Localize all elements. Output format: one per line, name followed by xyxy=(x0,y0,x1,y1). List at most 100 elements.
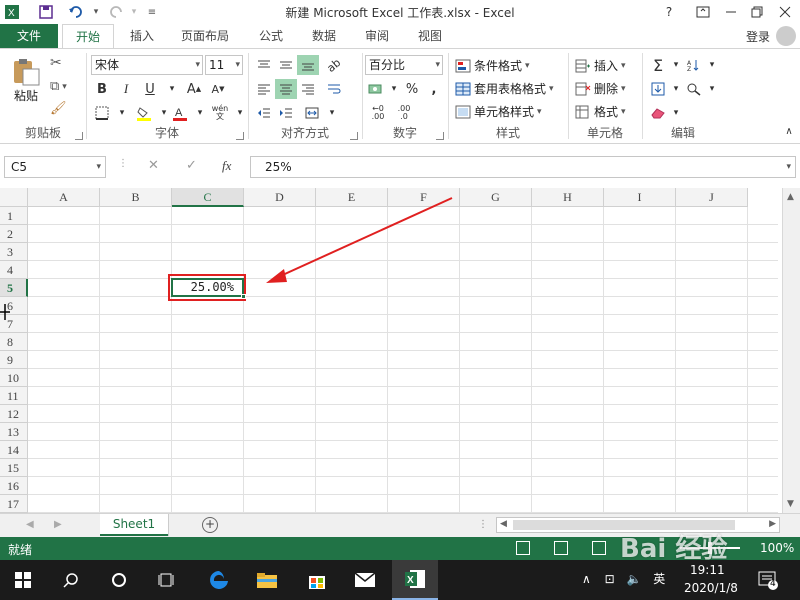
row-header-9[interactable]: 9 xyxy=(0,351,28,369)
clipboard-launcher-icon[interactable] xyxy=(75,132,83,140)
clock-date[interactable]: 2020/1/8 xyxy=(684,581,738,595)
row-header-3[interactable]: 3 xyxy=(0,243,28,261)
worksheet-grid[interactable]: ABCDEFGHIJ 1 2 3 4 5 6 7 8 9 10 11 12 13 14 15 16 17 25.… xyxy=(0,188,800,513)
active-cell[interactable]: 25.00% xyxy=(171,278,244,297)
undo-dropdown-icon[interactable]: ▾ xyxy=(86,2,106,22)
row-header-5[interactable]: 5 xyxy=(0,279,28,297)
tab-review[interactable]: 审阅 xyxy=(357,24,397,48)
close-button[interactable] xyxy=(772,1,798,23)
name-box[interactable]: C5 ▾ xyxy=(4,156,106,178)
number-launcher-icon[interactable] xyxy=(436,132,444,140)
font-launcher-icon[interactable] xyxy=(236,132,244,140)
row-header-4[interactable]: 4 xyxy=(0,261,28,279)
tab-home[interactable]: 开始 xyxy=(62,24,114,49)
store-icon[interactable] xyxy=(294,560,340,600)
align-middle-icon[interactable] xyxy=(275,55,297,75)
column-header-d[interactable]: D xyxy=(244,188,316,207)
tab-formulas[interactable]: 公式 xyxy=(252,24,290,48)
column-header-c[interactable]: C xyxy=(172,188,244,207)
align-top-icon[interactable] xyxy=(253,55,275,75)
cortana-icon[interactable] xyxy=(96,560,142,600)
delete-cells-button[interactable]: 删除 xyxy=(575,80,626,97)
number-format-select[interactable]: 百分比 ▾ xyxy=(365,55,443,75)
percent-button[interactable]: % xyxy=(401,79,423,99)
collapse-ribbon-icon[interactable]: ∧ xyxy=(778,121,800,141)
conditional-formatting-button[interactable]: 条件格式 xyxy=(455,57,530,74)
zoom-level[interactable]: 100% xyxy=(760,541,794,555)
tab-view[interactable]: 视图 xyxy=(410,24,450,48)
save-icon[interactable] xyxy=(36,2,56,22)
minimize-button[interactable] xyxy=(718,1,744,23)
fill-handle[interactable] xyxy=(241,294,246,299)
alignment-launcher-icon[interactable] xyxy=(350,132,358,140)
tab-insert[interactable]: 插入 xyxy=(124,24,160,48)
increase-decimal-button[interactable]: ←0.00 xyxy=(367,103,389,123)
paste-button[interactable]: 粘贴 xyxy=(8,57,44,104)
scroll-down-icon[interactable]: ▼ xyxy=(787,499,794,509)
cut-button[interactable]: ✂ xyxy=(50,55,62,71)
column-header-g[interactable]: G xyxy=(460,188,532,207)
zoom-slider-thumb[interactable] xyxy=(708,542,712,554)
align-bottom-icon[interactable] xyxy=(297,55,319,75)
task-view-icon[interactable] xyxy=(144,560,190,600)
phonetic-guide-icon[interactable]: wén 文 xyxy=(209,103,231,123)
sheet-tab[interactable]: Sheet1 xyxy=(100,514,168,536)
normal-view-icon[interactable] xyxy=(516,541,530,555)
underline-dropdown-icon[interactable]: ▾ xyxy=(161,79,183,99)
column-header-j[interactable]: J xyxy=(676,188,748,207)
find-dropdown-icon[interactable]: ▾ xyxy=(701,79,723,99)
insert-cells-button[interactable]: 插入 xyxy=(575,57,626,74)
select-all-corner[interactable] xyxy=(0,188,28,207)
insert-function-icon[interactable]: fx xyxy=(222,158,231,174)
row-header-17[interactable]: 17 xyxy=(0,495,28,513)
mail-icon[interactable] xyxy=(342,560,388,600)
merge-center-icon[interactable] xyxy=(301,103,323,123)
cell-styles-button[interactable]: 单元格样式 xyxy=(455,103,542,120)
align-left-icon[interactable] xyxy=(253,79,275,99)
help-button[interactable]: ? xyxy=(656,1,682,23)
column-header-e[interactable]: E xyxy=(316,188,388,207)
tab-split-grip-icon[interactable]: ⋮ xyxy=(478,519,488,530)
row-header-10[interactable]: 10 xyxy=(0,369,28,387)
vertical-scrollbar[interactable]: ▲ ▼ xyxy=(782,188,800,513)
italic-button[interactable]: I xyxy=(115,79,137,99)
increase-font-icon[interactable]: A ▲ xyxy=(183,79,205,99)
row-header-12[interactable]: 12 xyxy=(0,405,28,423)
row-header-8[interactable]: 8 xyxy=(0,333,28,351)
undo-icon[interactable] xyxy=(66,2,86,22)
column-header-a[interactable]: A xyxy=(28,188,100,207)
column-header-i[interactable]: I xyxy=(604,188,676,207)
next-sheet-icon[interactable]: ▶ xyxy=(54,519,62,530)
underline-button[interactable]: U xyxy=(139,79,161,99)
notification-center-icon[interactable]: 4 xyxy=(758,570,778,593)
fill-color-icon[interactable] xyxy=(133,103,155,123)
ribbon-display-options-icon[interactable] xyxy=(690,1,716,23)
tab-page-layout[interactable]: 页面布局 xyxy=(172,24,238,48)
tab-file[interactable]: 文件 xyxy=(0,24,58,48)
column-header-f[interactable]: F xyxy=(388,188,460,207)
file-explorer-icon[interactable] xyxy=(244,560,290,600)
network-icon[interactable]: ⊡ xyxy=(605,572,615,586)
add-sheet-button[interactable]: + xyxy=(202,517,218,533)
page-layout-view-icon[interactable] xyxy=(554,541,568,555)
merge-dropdown-icon[interactable]: ▾ xyxy=(321,103,343,123)
decrease-decimal-button[interactable]: .00.0 xyxy=(393,103,415,123)
sort-dropdown-icon[interactable]: ▾ xyxy=(701,55,723,75)
restore-button[interactable] xyxy=(744,1,770,23)
formula-input[interactable]: 25% ▾ xyxy=(250,156,796,178)
wrap-text-icon[interactable] xyxy=(323,79,345,99)
row-header-13[interactable]: 13 xyxy=(0,423,28,441)
font-color-dropdown-icon[interactable]: ▾ xyxy=(189,103,211,123)
page-break-view-icon[interactable] xyxy=(592,541,606,555)
decrease-font-icon[interactable]: A ▼ xyxy=(207,79,229,99)
copy-button[interactable]: ⧉ xyxy=(50,79,67,94)
increase-indent-icon[interactable] xyxy=(275,103,297,123)
scroll-up-icon[interactable]: ▲ xyxy=(787,192,794,202)
confirm-entry-icon[interactable]: ✓ xyxy=(186,158,197,173)
customize-qat-icon[interactable]: ≡ xyxy=(142,2,162,22)
search-icon[interactable] xyxy=(48,560,94,600)
format-cells-button[interactable]: 格式 xyxy=(575,103,626,120)
column-header-h[interactable]: H xyxy=(532,188,604,207)
row-header-14[interactable]: 14 xyxy=(0,441,28,459)
font-name-select[interactable]: 宋体 ▾ xyxy=(91,55,203,75)
